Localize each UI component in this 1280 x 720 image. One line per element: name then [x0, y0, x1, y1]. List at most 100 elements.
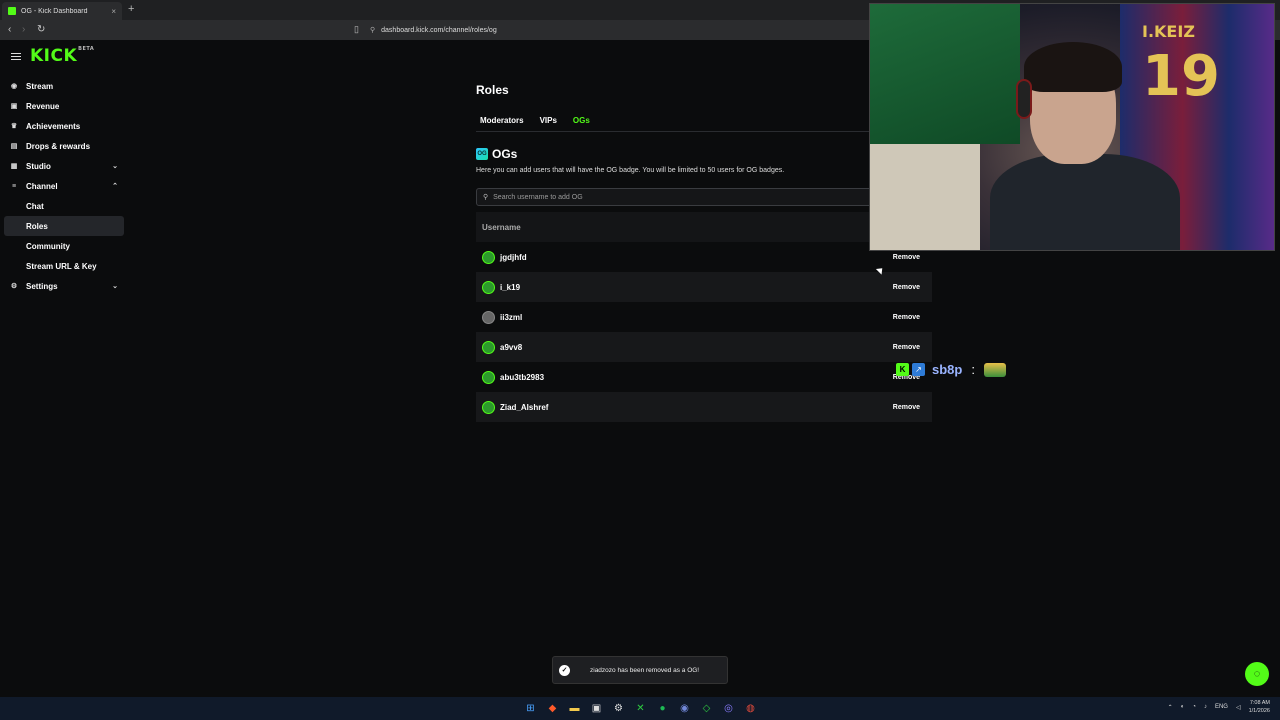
- brave-browser-icon[interactable]: ◆: [544, 700, 561, 717]
- app-icon[interactable]: ◇: [698, 700, 715, 717]
- chat-colon: :: [971, 362, 975, 377]
- webcam-overlay: I.KEIZ 19: [869, 3, 1275, 251]
- streamer-hair: [1024, 42, 1122, 92]
- new-tab-button[interactable]: +: [128, 3, 134, 15]
- table-row: a9vv8 Remove: [476, 332, 932, 362]
- username[interactable]: ii3zml: [500, 313, 522, 322]
- username[interactable]: abu3tb2983: [500, 373, 544, 382]
- tab-close-icon[interactable]: ×: [111, 7, 116, 16]
- username[interactable]: jgdjhfd: [500, 253, 527, 262]
- username[interactable]: Ziad_Alshref: [500, 403, 548, 412]
- streamer: [980, 34, 1180, 250]
- og-badge-icon: OG: [476, 148, 488, 160]
- headphones-icon: [1016, 79, 1032, 119]
- avatar: [482, 280, 495, 294]
- sidebar-item-achievements[interactable]: ♛ Achievements: [4, 116, 124, 136]
- sidebar-item-channel[interactable]: ≡ Channel ⌃: [4, 176, 124, 196]
- clock[interactable]: 7:08 AM 1/1/2026: [1249, 699, 1270, 715]
- browser-tab[interactable]: OG - Kick Dashboard ×: [2, 2, 122, 20]
- file-explorer-icon[interactable]: ▬: [566, 700, 583, 717]
- help-chat-button[interactable]: ◌: [1245, 662, 1269, 686]
- language-indicator[interactable]: ENG: [1215, 704, 1228, 710]
- section-title: OGs: [492, 147, 518, 161]
- taskbar-apps: ⊞ ◆ ▬ ▣ ⚙ ✕ ● ◉ ◇ ◎ ◍: [522, 700, 759, 717]
- forward-icon[interactable]: ›: [22, 24, 25, 35]
- chat-username: sb8p: [932, 362, 963, 377]
- xbox-icon[interactable]: ✕: [632, 700, 649, 717]
- table-row: i_k19 Remove: [476, 272, 932, 302]
- gear-icon: ⚙: [10, 283, 18, 290]
- table-row: jgdjhfd Remove: [476, 242, 932, 272]
- kick-badge-icon: K: [896, 363, 909, 376]
- username[interactable]: i_k19: [500, 283, 520, 292]
- search-input[interactable]: ⚲ Search username to add OG: [476, 188, 932, 206]
- toast-message: ziadzozo has been removed as a OG!: [590, 666, 700, 674]
- revenue-icon: ▣: [10, 103, 18, 110]
- search-icon: ⚲: [483, 194, 489, 201]
- sidebar-item-label: Revenue: [26, 101, 60, 111]
- chevron-down-icon[interactable]: ⌄: [112, 282, 118, 290]
- system-tray: ⌃ ◐ ◔ ♪ ENG ◁ 7:08 AM 1/1/2026: [1168, 699, 1270, 715]
- sidebar-sub-community[interactable]: Community: [4, 236, 124, 256]
- streamer-body: [990, 154, 1180, 250]
- sidebar-item-label: Settings: [26, 281, 58, 291]
- network-icon[interactable]: ◔: [1192, 704, 1196, 710]
- sub-badge-icon: ↗: [912, 363, 925, 376]
- avatar: [482, 250, 495, 264]
- discord-icon[interactable]: ◉: [676, 700, 693, 717]
- reload-icon[interactable]: ↻: [37, 24, 45, 35]
- tab-ogs[interactable]: OGs: [569, 114, 594, 129]
- kick-logo[interactable]: KICKBETA: [30, 46, 94, 66]
- gift-icon: ▤: [10, 143, 18, 150]
- og-users-table: Username jgdjhfd Remove i_k19 Remove ii3…: [476, 212, 932, 422]
- tray-chevron-icon[interactable]: ⌃: [1168, 704, 1173, 711]
- trophy-icon: ♛: [10, 123, 18, 130]
- store-icon[interactable]: ▣: [588, 700, 605, 717]
- settings-icon[interactable]: ⚙: [610, 700, 627, 717]
- menu-icon[interactable]: [11, 53, 21, 60]
- search-placeholder: Search username to add OG: [493, 193, 583, 201]
- table-header: Username: [476, 212, 932, 242]
- spotify-icon[interactable]: ●: [654, 700, 671, 717]
- roles-page: Roles Moderators VIPs OGs OG OGs Here yo…: [476, 80, 932, 422]
- tabs-divider: [476, 131, 932, 132]
- sidebar-item-revenue[interactable]: ▣ Revenue: [4, 96, 124, 116]
- tab-vips[interactable]: VIPs: [536, 114, 561, 129]
- sidebar-item-drops[interactable]: ▤ Drops & rewards: [4, 136, 124, 156]
- kick-favicon-icon: [8, 7, 16, 15]
- address-bar[interactable]: ⚲ dashboard.kick.com/channel/roles/og: [370, 23, 870, 37]
- username[interactable]: a9vv8: [500, 343, 522, 352]
- remove-button[interactable]: Remove: [893, 404, 920, 411]
- stream-icon: ◉: [10, 83, 18, 90]
- sidebar-item-label: Stream: [26, 81, 54, 91]
- sidebar-sub-chat[interactable]: Chat: [4, 196, 124, 216]
- tab-moderators[interactable]: Moderators: [476, 114, 528, 129]
- table-row: abu3tb2983 Remove: [476, 362, 932, 392]
- microphone-icon[interactable]: ♪: [1204, 704, 1207, 710]
- check-icon: ✓: [559, 664, 570, 676]
- tray-app-icon[interactable]: ◐: [1181, 704, 1185, 710]
- volume-icon[interactable]: ◁: [1236, 704, 1241, 711]
- site-info-icon[interactable]: ⚲: [370, 26, 375, 34]
- chevron-down-icon[interactable]: ⌄: [112, 162, 118, 170]
- remove-button[interactable]: Remove: [893, 344, 920, 351]
- bookmark-icon[interactable]: ▯: [354, 24, 359, 35]
- remove-button[interactable]: Remove: [893, 284, 920, 291]
- sidebar-sub-stream-url-key[interactable]: Stream URL & Key: [4, 256, 124, 276]
- chat-overlay-message: K ↗ sb8p :: [896, 362, 1006, 377]
- obs-icon[interactable]: ◎: [720, 700, 737, 717]
- avatar: [482, 310, 495, 324]
- sidebar: ◉ Stream ▣ Revenue ♛ Achievements ▤ Drop…: [4, 76, 124, 296]
- chevron-up-icon[interactable]: ⌃: [112, 182, 118, 190]
- studio-icon: ▦: [10, 163, 18, 170]
- remove-button[interactable]: Remove: [893, 254, 920, 261]
- sidebar-item-label: Drops & rewards: [26, 141, 91, 151]
- chrome-icon[interactable]: ◍: [742, 700, 759, 717]
- sidebar-sub-roles[interactable]: Roles: [4, 216, 124, 236]
- windows-start-icon[interactable]: ⊞: [522, 700, 539, 717]
- remove-button[interactable]: Remove: [893, 314, 920, 321]
- sidebar-item-stream[interactable]: ◉ Stream: [4, 76, 124, 96]
- sidebar-item-studio[interactable]: ▦ Studio ⌄: [4, 156, 124, 176]
- back-icon[interactable]: ‹: [8, 24, 11, 35]
- sidebar-item-settings[interactable]: ⚙ Settings ⌄: [4, 276, 124, 296]
